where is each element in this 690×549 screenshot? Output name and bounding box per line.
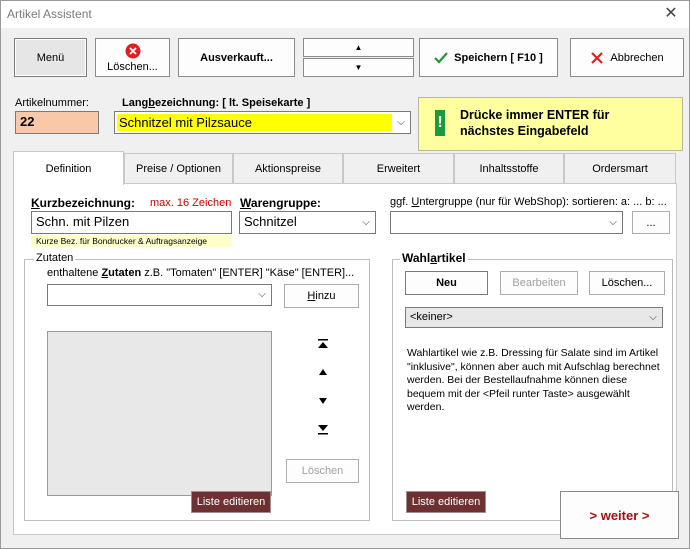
wahlartikel-new-button[interactable]: Neu bbox=[405, 271, 488, 295]
langbezeichnung-combo[interactable]: Schnitzel mit Pilzsauce ⌵ bbox=[114, 111, 411, 134]
title-bar: Artikel Assistent ✕ bbox=[1, 1, 689, 28]
warengruppe-label: Warengruppe: bbox=[240, 196, 321, 210]
artikelnummer-field[interactable]: 22 bbox=[15, 111, 99, 134]
artikelnummer-label: Artikelnummer: bbox=[15, 97, 89, 109]
chevron-down-icon: ⌵ bbox=[397, 116, 405, 128]
wahlartikel-description: Wahlartikel wie z.B. Dressing für Salate… bbox=[407, 347, 660, 414]
tab-preise-optionen[interactable]: Preise / Optionen bbox=[124, 153, 233, 183]
kurzbezeichnung-hint: Kurze Bez. für Bondrucker & Auftragsanze… bbox=[31, 235, 232, 247]
wahlartikel-delete-button[interactable]: Löschen... bbox=[589, 271, 665, 295]
chevron-down-icon: ⌵ bbox=[258, 289, 266, 300]
zutaten-delete-button[interactable]: Löschen bbox=[286, 459, 359, 483]
enter-notice: ! Drücke immer ENTER für nächstes Eingab… bbox=[418, 97, 683, 151]
langbezeichnung-value: Schnitzel mit Pilzsauce bbox=[117, 114, 392, 131]
delete-x-icon bbox=[125, 43, 140, 58]
tab-ordersmart[interactable]: Ordersmart bbox=[564, 153, 676, 183]
untergruppe-label: ggf. Untergruppe (nur für WebShop): sort… bbox=[390, 196, 667, 208]
artikelnummer-value: 22 bbox=[20, 114, 35, 129]
move-up-icon[interactable] bbox=[317, 368, 329, 376]
cancel-x-icon bbox=[591, 51, 604, 64]
wahlartikel-edit-button[interactable]: Bearbeiten bbox=[500, 271, 578, 295]
zutaten-title: Zutaten bbox=[34, 252, 76, 264]
move-down-icon[interactable] bbox=[317, 397, 329, 405]
kurzbezeichnung-max: max. 16 Zeichen bbox=[150, 197, 232, 209]
tab-definition[interactable]: Definition bbox=[13, 151, 124, 185]
menu-button-label: Menü bbox=[36, 51, 65, 64]
zutaten-add-button[interactable]: Hinzu bbox=[284, 284, 359, 308]
chevron-down-icon: ⌵ bbox=[649, 311, 657, 323]
warengruppe-combo[interactable]: Schnitzel ⌵ bbox=[239, 211, 376, 234]
zutaten-combo[interactable]: ⌵ bbox=[47, 284, 272, 306]
sold-out-button-label: Ausverkauft... bbox=[200, 51, 273, 64]
menu-button[interactable]: Menü bbox=[14, 38, 87, 77]
move-top-icon[interactable] bbox=[317, 339, 329, 349]
move-up-button[interactable]: ▲ bbox=[303, 38, 414, 57]
langbezeichnung-label: Langbezeichnung: [ lt. Speisekarte ] bbox=[122, 97, 311, 109]
untergruppe-browse-button[interactable]: ... bbox=[632, 211, 670, 234]
chevron-down-icon: ⌵ bbox=[362, 216, 370, 228]
wahlartikel-select[interactable]: <keiner> ⌵ bbox=[405, 307, 663, 328]
arrow-down-icon: ▼ bbox=[354, 63, 363, 72]
save-button-label: Speichern [ F10 ] bbox=[454, 51, 543, 64]
close-icon[interactable]: ✕ bbox=[661, 4, 681, 24]
wahlartikel-title: Wahlartikel bbox=[400, 251, 468, 265]
untergruppe-combo[interactable]: ⌵ bbox=[390, 211, 623, 234]
chevron-down-icon: ⌵ bbox=[609, 216, 617, 228]
zutaten-list[interactable] bbox=[47, 331, 272, 496]
arrow-up-icon: ▲ bbox=[354, 43, 363, 52]
cancel-button[interactable]: Abbrechen bbox=[570, 38, 684, 77]
definition-panel: Kurzbezeichnung: max. 16 Zeichen Schn. m… bbox=[13, 183, 677, 535]
next-button[interactable]: > weiter > bbox=[560, 491, 679, 539]
zutaten-edit-list-button[interactable]: Liste editieren bbox=[191, 491, 271, 513]
kurzbezeichnung-label: Kurzbezeichnung: bbox=[31, 196, 136, 210]
tab-inhaltsstoffe[interactable]: Inhaltsstoffe bbox=[454, 153, 564, 183]
cancel-button-label: Abbrechen bbox=[610, 51, 664, 64]
exclamation-icon: ! bbox=[435, 110, 445, 136]
window-title: Artikel Assistent bbox=[7, 7, 92, 21]
save-button[interactable]: Speichern [ F10 ] bbox=[419, 38, 558, 77]
notice-text: Drücke immer ENTER für nächstes Eingabef… bbox=[460, 108, 610, 138]
tab-erweitert[interactable]: Erweitert bbox=[343, 153, 454, 183]
artikel-assistent-window: Artikel Assistent ✕ Menü Löschen... Ausv… bbox=[0, 0, 690, 549]
sold-out-button[interactable]: Ausverkauft... bbox=[178, 38, 295, 77]
move-down-button[interactable]: ▼ bbox=[303, 58, 414, 77]
delete-button[interactable]: Löschen... bbox=[95, 38, 170, 77]
zutaten-hint: enthaltene Zutaten z.B. "Tomaten" [ENTER… bbox=[47, 267, 355, 279]
delete-button-label: Löschen... bbox=[107, 60, 158, 73]
tab-aktionspreise[interactable]: Aktionspreise bbox=[233, 153, 343, 183]
kurzbezeichnung-field[interactable]: Schn. mit Pilzen bbox=[31, 211, 232, 234]
checkmark-icon bbox=[434, 51, 448, 64]
wahlartikel-edit-list-button[interactable]: Liste editieren bbox=[406, 491, 486, 513]
move-bottom-icon[interactable] bbox=[317, 425, 329, 435]
